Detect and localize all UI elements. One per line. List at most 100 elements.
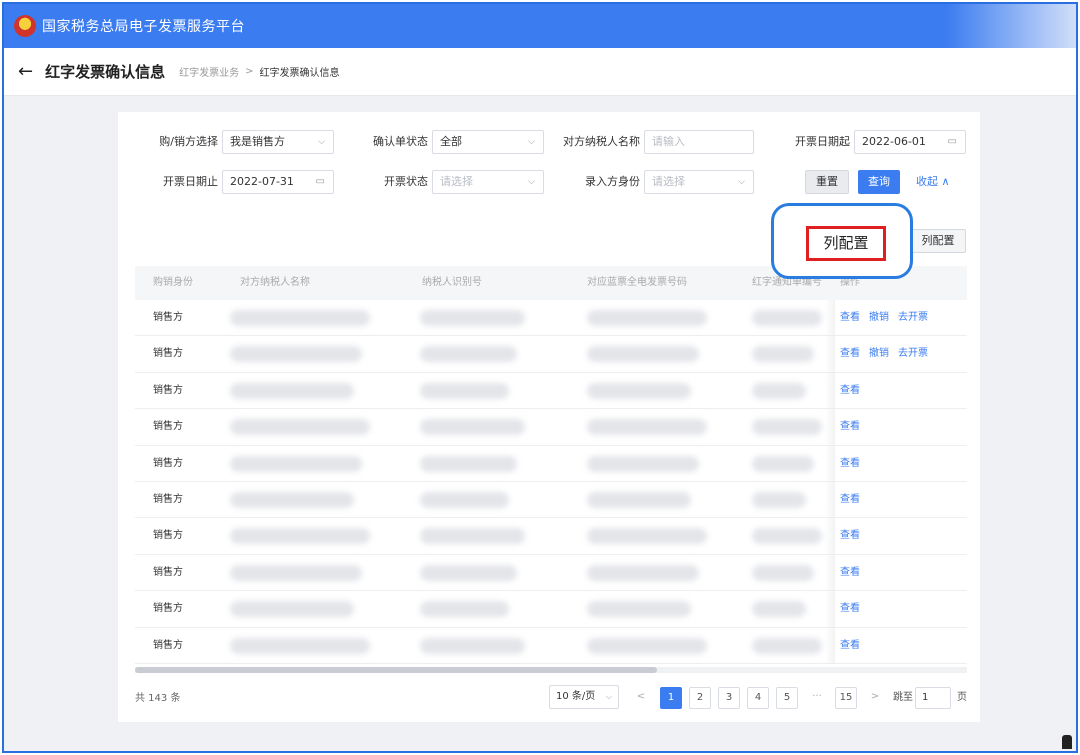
entry-identity-placeholder: 请选择 (652, 175, 685, 188)
redacted-cell (420, 492, 509, 508)
breadcrumb: 红字发票业务 > 红字发票确认信息 (179, 64, 339, 79)
page-title: 红字发票确认信息 (45, 63, 166, 81)
redacted-cell (420, 601, 509, 618)
table-row: 销售方 查看 (135, 627, 967, 664)
page-button-2[interactable]: 2 (689, 687, 711, 709)
calendar-icon: ▭ (947, 136, 957, 147)
role-cell: 销售方 (153, 312, 183, 323)
view-link[interactable]: 查看 (840, 494, 860, 505)
redacted-cell (587, 564, 699, 581)
redacted-cell (752, 492, 806, 508)
page-button-3[interactable]: 3 (718, 687, 740, 709)
date-start-picker[interactable]: 2022-06-01 ▭ (854, 130, 966, 154)
redacted-cell (420, 419, 525, 436)
row-actions: 查看 (840, 518, 869, 554)
view-link[interactable]: 查看 (840, 530, 860, 541)
buyer-seller-select[interactable]: 我是销售方 ⌵ (222, 130, 334, 154)
redacted-cell (752, 419, 822, 436)
col-header-counterparty: 对方纳税人名称 (240, 277, 310, 288)
col-header-blue-invoice-no: 对应蓝票全电发票号码 (587, 277, 687, 288)
redacted-cell (230, 637, 370, 654)
view-link[interactable]: 查看 (840, 640, 860, 651)
filter-row-1: 购/销方选择 我是销售方 ⌵ 确认单状态 全部 ⌵ 对方纳税人名称 请输入 开票… (118, 130, 980, 156)
fixed-column-shadow (825, 409, 835, 445)
app-title: 国家税务总局电子发票服务平台 (42, 19, 245, 35)
horizontal-scrollbar-thumb[interactable] (135, 667, 657, 673)
view-link[interactable]: 查看 (840, 567, 860, 578)
page-button-5[interactable]: 5 (776, 687, 798, 709)
page-size-value: 10 条/页 (556, 691, 596, 702)
redacted-cell (230, 310, 370, 326)
view-link[interactable]: 查看 (840, 458, 860, 469)
table-row: 销售方 查看 (135, 518, 967, 555)
redacted-cell (752, 382, 806, 399)
corner-mark (1062, 735, 1072, 749)
view-link[interactable]: 查看 (840, 312, 860, 323)
redacted-cell (420, 455, 517, 472)
reset-button[interactable]: 重置 (805, 170, 849, 194)
buyer-seller-value: 我是销售方 (230, 135, 285, 148)
user-area-blurred (946, 4, 1076, 48)
page-button-4[interactable]: 4 (747, 687, 769, 709)
page-size-select[interactable]: 10 条/页 ⌵ (549, 685, 619, 709)
issue-invoice-link[interactable]: 去开票 (898, 312, 928, 323)
query-button[interactable]: 查询 (858, 170, 900, 194)
counterparty-name-input[interactable]: 请输入 (644, 130, 754, 154)
fixed-column-shadow (825, 554, 835, 591)
row-actions: 查看 撤销 去开票 (840, 300, 937, 336)
redacted-cell (230, 492, 354, 508)
jump-page-input[interactable]: 1 (915, 687, 951, 709)
role-cell: 销售方 (153, 639, 183, 651)
row-actions: 查看 (840, 482, 869, 518)
fixed-column-shadow (825, 372, 835, 409)
redacted-cell (230, 382, 354, 399)
breadcrumb-separator: > (245, 66, 254, 77)
entry-identity-select[interactable]: 请选择 ⌵ (644, 170, 754, 194)
redacted-cell (587, 382, 691, 399)
tax-emblem-icon (14, 15, 36, 37)
collapse-link[interactable]: 收起 ∧ (916, 170, 950, 194)
prev-page-button[interactable]: < (630, 687, 652, 709)
row-actions: 查看 (840, 591, 869, 627)
redacted-cell (587, 419, 707, 436)
back-arrow-icon[interactable]: ← (18, 61, 33, 82)
issue-invoice-link[interactable]: 去开票 (898, 348, 928, 359)
redacted-cell (230, 419, 370, 436)
calendar-icon: ▭ (315, 176, 325, 187)
page-button-last[interactable]: 15 (835, 687, 857, 709)
callout-column-config-label: 列配置 (806, 226, 886, 261)
page-button-1[interactable]: 1 (660, 687, 682, 709)
confirm-status-label: 确认单状态 (373, 135, 428, 148)
view-link[interactable]: 查看 (840, 421, 860, 432)
date-end-label: 开票日期止 (163, 175, 218, 188)
redacted-cell (587, 346, 699, 363)
breadcrumb-parent[interactable]: 红字发票业务 (179, 64, 239, 79)
redacted-cell (752, 528, 822, 545)
redacted-cell (420, 310, 525, 326)
table-row: 销售方 查看 (135, 372, 967, 410)
invoice-status-select[interactable]: 请选择 ⌵ (432, 170, 544, 194)
jump-label: 跳至 (893, 692, 913, 703)
role-cell: 销售方 (153, 457, 183, 469)
column-config-button[interactable]: 列配置 (910, 229, 966, 253)
view-link[interactable]: 查看 (840, 348, 860, 359)
revoke-link[interactable]: 撤销 (869, 312, 889, 323)
chevron-down-icon: ⌵ (528, 177, 535, 187)
invoice-status-placeholder: 请选择 (440, 175, 473, 188)
redacted-cell (587, 455, 699, 472)
redacted-cell (420, 346, 517, 363)
col-header-tax-id: 纳税人识别号 (422, 277, 482, 288)
revoke-link[interactable]: 撤销 (869, 348, 889, 359)
confirm-status-select[interactable]: 全部 ⌵ (432, 130, 544, 154)
date-end-picker[interactable]: 2022-07-31 ▭ (222, 170, 334, 194)
redacted-cell (587, 601, 691, 618)
next-page-button[interactable]: > (864, 687, 886, 709)
row-actions: 查看 (840, 373, 869, 409)
fixed-column-shadow (825, 482, 835, 518)
table-row: 销售方 查看 撤销 去开票 (135, 300, 967, 337)
pagination-ellipsis[interactable]: ··· (806, 687, 828, 709)
view-link[interactable]: 查看 (840, 603, 860, 614)
fixed-column-shadow (825, 518, 835, 554)
page-suffix-label: 页 (957, 692, 967, 703)
view-link[interactable]: 查看 (840, 385, 860, 396)
